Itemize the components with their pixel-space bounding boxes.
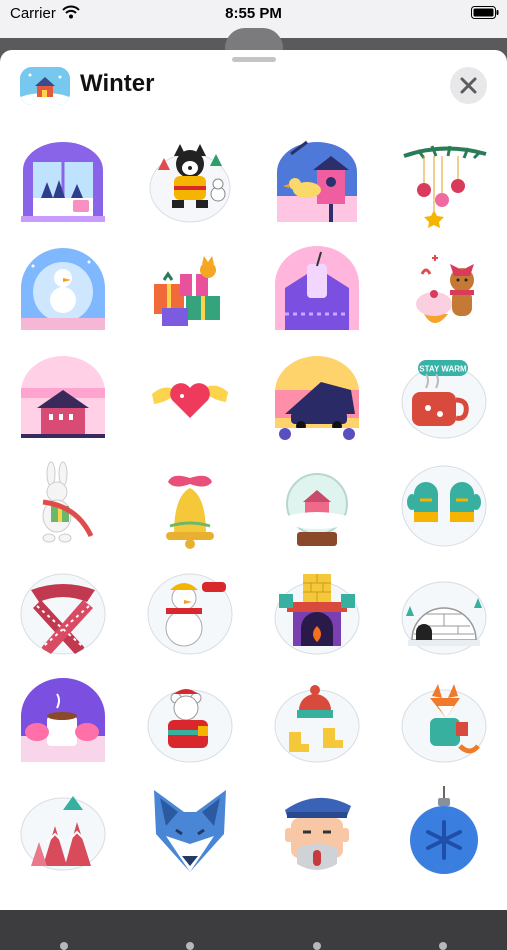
sweater-drink-icon	[274, 246, 359, 330]
mittens-icon	[401, 465, 487, 547]
sticker-snowman-globe[interactable]	[0, 236, 127, 344]
sticker-gingerbread-cupcake[interactable]	[380, 236, 507, 344]
sticker-pink-barn[interactable]	[0, 344, 127, 452]
sticker-snowman-sign[interactable]	[127, 560, 254, 668]
sticker-fox-mug[interactable]	[380, 668, 507, 776]
fox-icon	[401, 684, 487, 763]
sticker-mittens[interactable]	[380, 452, 507, 560]
sticker-grid: STAY WARM	[0, 128, 507, 884]
battery-icon	[471, 6, 499, 19]
blue-ornament-icon	[409, 786, 478, 874]
sticker-knitted-scarf[interactable]	[0, 560, 127, 668]
sticker-sheet: Winter STAY WARM	[0, 50, 507, 950]
page-dot-4	[439, 942, 447, 950]
sticker-cocoa-mug-hands[interactable]	[0, 668, 127, 776]
bunny-icon	[42, 461, 94, 543]
old-man-icon	[284, 797, 351, 870]
hat-boots-icon	[274, 685, 360, 763]
sticker-hat-boots[interactable]	[254, 668, 381, 776]
sticker-stay-warm-mug[interactable]: STAY WARM	[380, 344, 507, 452]
sticker-sweater-drink[interactable]	[254, 236, 381, 344]
sticker-ornaments-branch[interactable]	[380, 128, 507, 236]
fireplace-icon	[274, 574, 360, 655]
pine-trees-icon	[20, 796, 106, 871]
snowman-sign-icon	[147, 573, 233, 655]
night-car-icon	[274, 356, 359, 440]
sticker-bear-sweater[interactable]	[127, 668, 254, 776]
wolf-icon	[154, 790, 227, 872]
sticker-window-snow-mug[interactable]	[0, 128, 127, 236]
sticker-birdhouse[interactable]	[254, 128, 381, 236]
status-time: 8:55 PM	[225, 5, 282, 22]
snowman-globe-icon	[21, 248, 106, 330]
sticker-bell-bow[interactable]	[127, 452, 254, 560]
sticker-snow-globe-house[interactable]	[254, 452, 381, 560]
birdhouse-icon	[276, 140, 357, 222]
close-button[interactable]	[450, 67, 487, 104]
stay-warm-mug-icon: STAY WARM	[401, 360, 487, 439]
sticker-blue-ornament[interactable]	[380, 776, 507, 884]
window-snow-mug-icon	[21, 142, 106, 222]
sticker-bunny-gift[interactable]	[0, 452, 127, 560]
igloo-icon	[401, 581, 487, 655]
winter-app-icon	[20, 67, 70, 105]
barn-icon	[21, 356, 106, 438]
winged-heart-icon	[152, 383, 229, 418]
sheet-title: Winter	[80, 70, 155, 97]
sheet-grabber[interactable]	[232, 57, 276, 62]
sticker-winged-heart[interactable]	[127, 344, 254, 452]
sticker-husky-sweater[interactable]	[127, 128, 254, 236]
page-dot-2	[186, 942, 194, 950]
gingerbread-icon	[415, 255, 474, 323]
sticker-pine-trees[interactable]	[0, 776, 127, 884]
sticker-fireplace[interactable]	[254, 560, 381, 668]
stay-warm-text: STAY WARM	[419, 365, 467, 374]
scarf-icon	[20, 573, 106, 655]
sticker-gift-boxes-cat[interactable]	[127, 236, 254, 344]
page-dot-3	[313, 942, 321, 950]
ornaments-branch-icon	[402, 145, 487, 228]
sticker-wolf-head[interactable]	[127, 776, 254, 884]
cocoa-mug-icon	[21, 678, 106, 762]
husky-sweater-icon	[149, 144, 231, 223]
gift-boxes-icon	[154, 256, 221, 326]
bear-icon	[147, 689, 233, 763]
close-icon	[460, 77, 477, 94]
sticker-igloo[interactable]	[380, 560, 507, 668]
sticker-old-man-cap[interactable]	[254, 776, 381, 884]
page-dot-1	[60, 942, 68, 950]
bell-icon	[166, 475, 215, 549]
snow-globe-icon	[285, 473, 348, 546]
sticker-night-car[interactable]	[254, 344, 381, 452]
